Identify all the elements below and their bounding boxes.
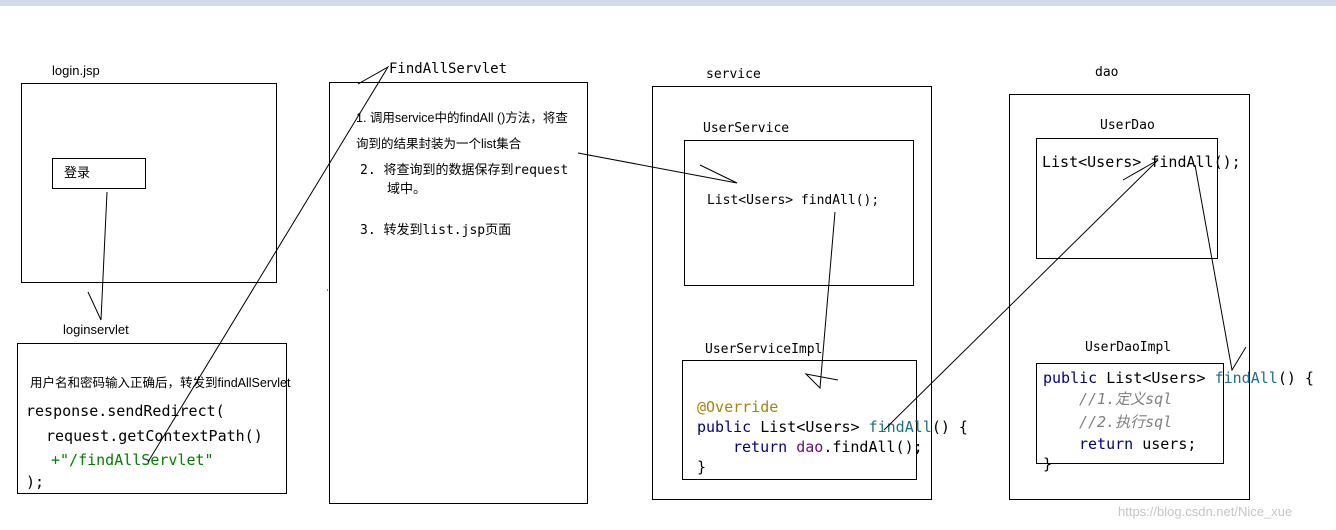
code-token: findAll	[868, 418, 932, 436]
login-jsp-title: login.jsp	[52, 63, 100, 78]
override-annotation: @Override	[697, 398, 779, 416]
userserviceimpl-title: UserServiceImpl	[705, 342, 823, 357]
serviceimpl-signature: public List<Users> findAll() {	[697, 417, 968, 437]
step1-line2: 询到的结果封装为一个list集合	[356, 137, 522, 151]
code-token: return	[733, 438, 788, 456]
daoimpl-return: return users;	[1079, 434, 1196, 454]
loginservlet-note: 用户名和密码输入正确后，转发到findAllServlet	[30, 376, 291, 390]
userdao-box: List<Users> findAll();	[1036, 138, 1241, 259]
code-token: .findAll();	[823, 438, 923, 456]
code-token: () {	[1277, 369, 1314, 387]
code-token: return	[1079, 435, 1134, 453]
code-token: public	[697, 418, 752, 436]
code-token: public	[1043, 369, 1098, 387]
userservice-method: List<Users> findAll();	[707, 193, 880, 208]
step1-line1: 1. 调用service中的findAll ()方法，将查	[356, 111, 568, 125]
daoimpl-comment-2: //2.执行sql	[1079, 413, 1173, 431]
step2-line1: 2. 将查询到的数据保存到request	[360, 163, 569, 178]
watermark: https://blog.csdn.net/Nice_xue	[1118, 504, 1293, 519]
redirect-code-line-1: response.sendRedirect(	[26, 402, 225, 420]
userdao-title: UserDao	[1100, 118, 1155, 133]
step2-line2: 域中。	[387, 182, 427, 197]
service-title: service	[706, 67, 761, 82]
redirect-code-line-4: );	[26, 473, 45, 491]
code-token: dao	[796, 438, 824, 456]
code-token: List<Users>	[1106, 369, 1206, 387]
code-token: users;	[1142, 435, 1197, 453]
findall-servlet-title: FindAllServlet	[389, 61, 508, 77]
code-token: findAll	[1214, 369, 1278, 387]
daoimpl-comment-1: //1.定义sql	[1079, 390, 1173, 408]
code-token: () {	[931, 418, 968, 436]
redirect-code-line-3: +"/findAllServlet"	[51, 451, 214, 469]
userdao-method: List<Users> findAll();	[1042, 153, 1241, 171]
dao-title: dao	[1095, 65, 1119, 80]
loginservlet-title: loginservlet	[63, 322, 129, 337]
findall-servlet-box: 1. 调用service中的findAll ()方法，将查 询到的结果封装为一个…	[329, 82, 588, 504]
code-token: List<Users>	[760, 418, 860, 436]
serviceimpl-return: return dao.findAll();	[733, 437, 923, 457]
userdaoimpl-box: public List<Users> findAll() { //1.定义sql…	[1036, 363, 1314, 473]
daoimpl-close: }	[1043, 455, 1053, 473]
userdaoimpl-title: UserDaoImpl	[1085, 340, 1172, 355]
redirect-code-line-2: request.getContextPath()	[46, 427, 263, 445]
step3: 3. 转发到list.jsp页面	[360, 223, 512, 238]
login-button[interactable]: 登录	[52, 158, 146, 189]
userservice-box: List<Users> findAll();	[684, 140, 914, 286]
userservice-title: UserService	[703, 121, 790, 136]
serviceimpl-close: }	[697, 458, 707, 476]
top-border	[0, 0, 1336, 6]
login-button-label: 登录	[64, 166, 91, 181]
loginservlet-box: 用户名和密码输入正确后，转发到findAllServlet response.s…	[17, 343, 291, 494]
userserviceimpl-box: @Override public List<Users> findAll() {…	[682, 360, 968, 480]
daoimpl-signature: public List<Users> findAll() {	[1043, 368, 1314, 388]
